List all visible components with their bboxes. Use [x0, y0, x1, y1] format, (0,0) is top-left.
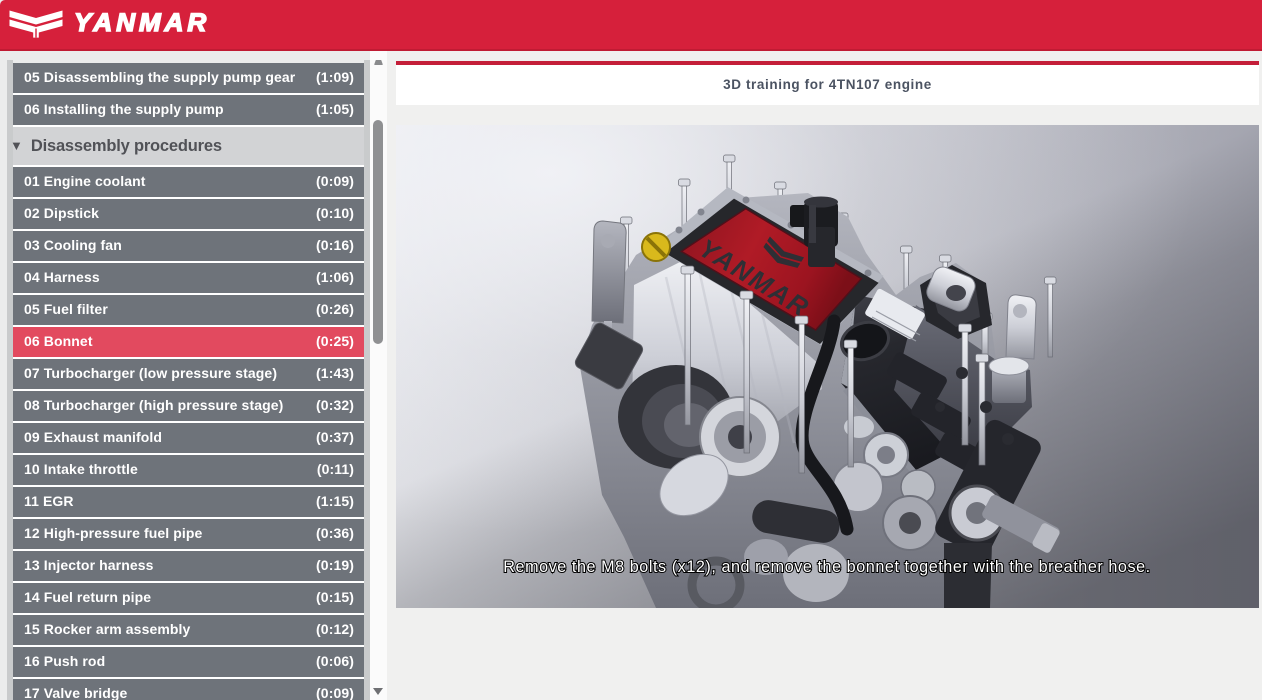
svg-text:Remove the M8 bolts (x12), and: Remove the M8 bolts (x12), and remove th… — [503, 558, 1150, 576]
